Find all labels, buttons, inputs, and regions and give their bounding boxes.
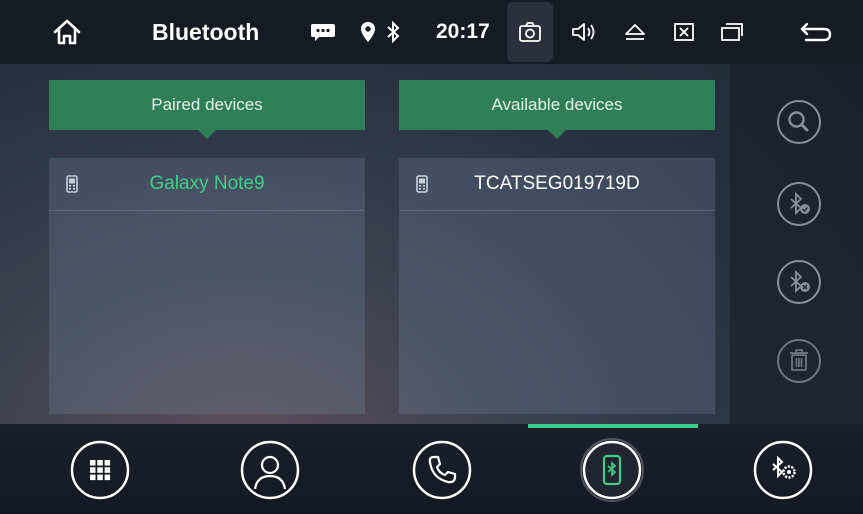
bluetooth-disconnect-icon: [777, 260, 821, 304]
delete-icon: [777, 339, 821, 383]
eject-icon[interactable]: [620, 0, 650, 64]
device-name: TCATSEG019719D: [474, 173, 640, 194]
bluetooth-settings-icon: [753, 440, 813, 500]
delete-button[interactable]: [775, 337, 823, 385]
bluetooth-devices-icon: [580, 438, 644, 502]
contacts-button[interactable]: [238, 438, 302, 502]
bluetooth-settings-button[interactable]: [751, 438, 815, 502]
bluetooth-devices-button[interactable]: [580, 438, 644, 502]
clock: 20:17: [436, 20, 490, 43]
paired-devices-list: Galaxy Note9: [49, 158, 365, 414]
close-window-icon[interactable]: [670, 0, 698, 64]
disconnect-button[interactable]: [775, 258, 823, 306]
screenshot-icon[interactable]: [507, 2, 553, 62]
volume-icon[interactable]: [568, 0, 600, 64]
list-item[interactable]: TCATSEG019719D: [399, 158, 715, 211]
keypad-icon: [70, 440, 130, 500]
windows-icon[interactable]: [718, 0, 746, 64]
status-bar: Bluetooth 20:17: [0, 0, 863, 64]
message-icon[interactable]: [308, 0, 338, 64]
phone-call-icon: [412, 440, 472, 500]
tab-available-devices[interactable]: Available devices: [399, 80, 715, 139]
search-icon: [777, 100, 821, 144]
bluetooth-connect-icon: [777, 182, 821, 226]
tab-paired-label: Paired devices: [151, 95, 263, 114]
back-icon[interactable]: [794, 0, 838, 64]
active-tab-indicator: [528, 424, 698, 428]
home-icon[interactable]: [45, 0, 89, 64]
tab-paired-devices[interactable]: Paired devices: [49, 80, 365, 139]
tab-available-label: Available devices: [491, 95, 623, 114]
page-title: Bluetooth: [152, 18, 260, 45]
available-devices-list: TCATSEG019719D: [399, 158, 715, 414]
connect-button[interactable]: [775, 180, 823, 228]
list-item[interactable]: Galaxy Note9: [49, 158, 365, 211]
keypad-button[interactable]: [68, 438, 132, 502]
device-name: Galaxy Note9: [149, 173, 265, 194]
search-button[interactable]: [775, 98, 823, 146]
contacts-icon: [240, 440, 300, 500]
phone-call-button[interactable]: [410, 438, 474, 502]
bluetooth-icon: [384, 0, 402, 64]
location-icon: [358, 0, 378, 64]
